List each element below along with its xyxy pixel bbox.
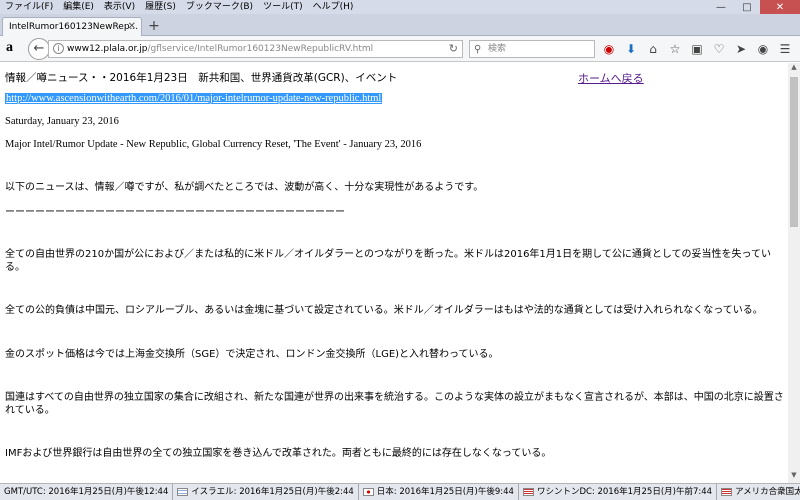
paragraph-5: IMFおよび世界銀行は自由世界の全ての独立国家を巻き込んで改革された。両者ともに…: [5, 448, 552, 459]
window-controls: — □ ✕: [708, 0, 800, 14]
article-headline: Major Intel/Rumor Update - New Republic,…: [5, 139, 422, 150]
divider-line: ーーーーーーーーーーーーーーーーーーーーーーーーーーーーーーーーーー: [5, 207, 345, 218]
clock-gmt-text: GMT/UTC: 2016年1月25日(月)午後12:44: [4, 487, 169, 497]
reader-icon[interactable]: ▣: [686, 40, 708, 58]
tab-bar: IntelRumor160123NewRep... ✕ +: [0, 14, 800, 36]
url-bar[interactable]: i www12.plala.or.jp/gflservice/IntelRumo…: [48, 40, 463, 58]
menu-help[interactable]: ヘルプ(H): [308, 0, 359, 14]
clock-dc-text: ワシントンDC: 2016年1月25日(月)午前7:44: [536, 487, 713, 497]
scroll-down-icon[interactable]: ▼: [788, 471, 800, 483]
search-input[interactable]: ⚲ 検索: [469, 40, 595, 58]
clock-dc: ワシントンDC: 2016年1月25日(月)午前7:44: [519, 484, 718, 500]
menu-view[interactable]: 表示(V): [99, 0, 140, 14]
page-content: 情報／噂ニュース・・2016年1月23日 新共和国、世界通貨改革(GCR)、イベ…: [0, 63, 788, 483]
back-arrow-icon[interactable]: ←: [28, 38, 50, 60]
send-icon[interactable]: ➤: [730, 40, 752, 58]
paragraph-4: 国連はすべての自由世界の独立国家の集合に改組され、新たな国連が世界の出来事を統治…: [5, 392, 784, 416]
search-icon: ⚲: [474, 44, 482, 55]
us-flag-icon: [721, 488, 733, 496]
new-tab-icon[interactable]: +: [146, 18, 162, 34]
menu-tools[interactable]: ツール(T): [258, 0, 308, 14]
reload-icon[interactable]: ↻: [449, 41, 458, 57]
addon-icon[interactable]: ◉: [598, 40, 620, 58]
japan-flag-icon: [362, 488, 374, 496]
toolbar: ◉ ⬇ ⌂ ☆ ▣ ♡ ➤ ◉ ☰: [598, 40, 796, 58]
bookmark-star-icon[interactable]: ☆: [664, 40, 686, 58]
url-host: www12.plala.or.jp: [67, 44, 148, 54]
menu-edit[interactable]: 編集(E): [58, 0, 99, 14]
clock-japan-text: 日本: 2016年1月25日(月)午後9:44: [376, 487, 514, 497]
clock-israel: イスラエル: 2016年1月25日(月)午後2:44: [173, 484, 359, 500]
israel-flag-icon: [177, 488, 189, 496]
search-placeholder: 検索: [488, 44, 507, 54]
menu-bookmarks[interactable]: ブックマーク(B): [181, 0, 258, 14]
home-link[interactable]: ホームへ戻る: [578, 70, 644, 86]
tab-close-icon[interactable]: ✕: [128, 21, 136, 32]
clock-gmt: GMT/UTC: 2016年1月25日(月)午後12:44: [0, 484, 174, 500]
status-bar: GMT/UTC: 2016年1月25日(月)午後12:44 イスラエル: 201…: [0, 483, 800, 500]
clock-japan: 日本: 2016年1月25日(月)午後9:44: [359, 484, 519, 500]
intro-paragraph: 以下のニュースは、情報／噂ですが、私が調べたところでは、波動が高く、十分な実現性…: [5, 182, 484, 193]
scroll-thumb[interactable]: [790, 77, 798, 227]
tab-title: IntelRumor160123NewRep...: [9, 22, 139, 32]
us-flag-icon: [522, 488, 534, 496]
hamburger-menu-icon[interactable]: ☰: [774, 40, 796, 58]
amazon-logo-icon[interactable]: a: [6, 40, 13, 56]
article-date: Saturday, January 23, 2016: [5, 116, 119, 127]
chat-icon[interactable]: ◉: [752, 40, 774, 58]
url-path: /gflservice/IntelRumor160123NewRepublicR…: [147, 44, 374, 54]
clock-pacific: アメリカ合衆国太平洋岸: 2016年1月25日(月): [717, 484, 800, 500]
nav-bar: a ← i www12.plala.or.jp/gflservice/Intel…: [0, 36, 800, 62]
home-icon[interactable]: ⌂: [642, 40, 664, 58]
paragraph-2: 全ての公的負債は中国元、ロシアルーブル、あるいは金塊に基づいて設定されている。米…: [5, 305, 763, 316]
page-title: 情報／噂ニュース・・2016年1月23日 新共和国、世界通貨改革(GCR)、イベ…: [5, 72, 398, 84]
close-icon[interactable]: ✕: [760, 0, 800, 14]
minimize-icon[interactable]: —: [708, 0, 734, 14]
menu-bar: ファイル(F) 編集(E) 表示(V) 履歴(S) ブックマーク(B) ツール(…: [0, 0, 800, 14]
download-icon[interactable]: ⬇: [620, 40, 642, 58]
tab-intelrumor[interactable]: IntelRumor160123NewRep... ✕: [2, 17, 142, 36]
clock-pacific-text: アメリカ合衆国太平洋岸: 2016年1月25日(月): [735, 487, 800, 497]
info-icon[interactable]: i: [53, 43, 64, 54]
menu-file[interactable]: ファイル(F): [0, 0, 58, 14]
vertical-scrollbar[interactable]: ▲ ▼: [788, 63, 800, 483]
clock-israel-text: イスラエル: 2016年1月25日(月)午後2:44: [191, 487, 354, 497]
scroll-up-icon[interactable]: ▲: [788, 63, 800, 75]
source-link[interactable]: http://www.ascensionwithearth.com/2016/0…: [5, 93, 383, 104]
paragraph-3: 金のスポット価格は今では上海金交換所（SGE）で決定され、ロンドン金交換所（LG…: [5, 349, 499, 360]
pocket-icon[interactable]: ♡: [708, 40, 730, 58]
maximize-icon[interactable]: □: [734, 0, 760, 14]
menu-history[interactable]: 履歴(S): [140, 0, 181, 14]
paragraph-1: 全ての自由世界の210か国が公におよび／または私的に米ドル／オイルダラーとのつな…: [5, 249, 772, 273]
